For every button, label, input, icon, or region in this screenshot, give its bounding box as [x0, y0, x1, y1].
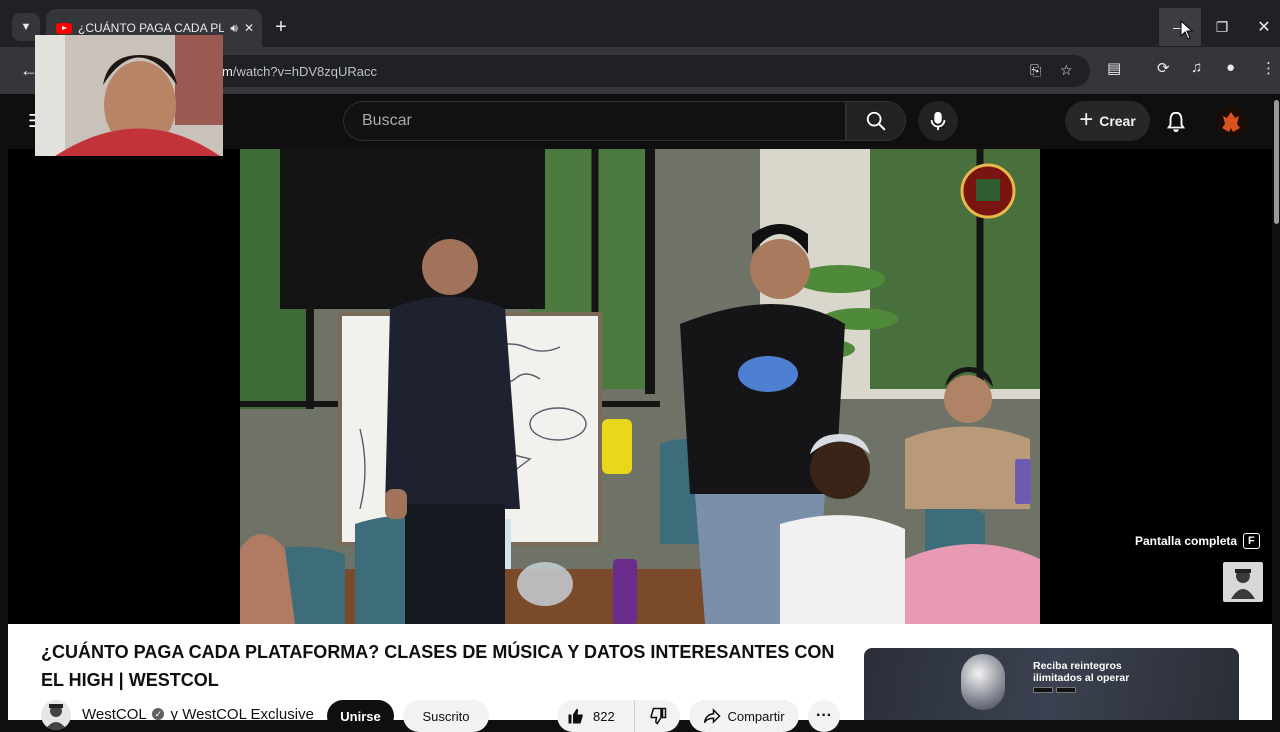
- video-player[interactable]: Pantalla completa F: [8, 149, 1272, 624]
- thumbs-up-icon: [568, 708, 583, 724]
- video-title: ¿CUÁNTO PAGA CADA PLATAFORMA? CLASES DE …: [41, 642, 835, 690]
- collab-channel-link[interactable]: WestCOL Exclusive: [182, 706, 314, 723]
- ad-store-badges: [1033, 687, 1076, 693]
- channel-avatar[interactable]: [41, 700, 71, 730]
- profile-avatar-icon[interactable]: ●: [1226, 59, 1235, 76]
- fullscreen-tooltip: Pantalla completa F: [1135, 533, 1260, 549]
- media-control-icon[interactable]: ♫: [1191, 59, 1202, 76]
- create-button[interactable]: + Crear: [1065, 101, 1150, 141]
- video-scene-image: [240, 149, 1040, 624]
- install-app-icon[interactable]: ⎘: [1030, 62, 1041, 79]
- fullscreen-key-badge: F: [1243, 533, 1260, 549]
- ad-headline: Reciba reintegros ilimitados al operar: [1033, 660, 1130, 684]
- account-avatar[interactable]: [1215, 106, 1247, 138]
- ad-coin-image: [961, 654, 1005, 710]
- chevron-down-icon: ▼: [20, 21, 32, 33]
- subscribed-button[interactable]: Suscrito: [403, 700, 489, 732]
- search-button[interactable]: [846, 101, 906, 141]
- url-path: /watch?v=hDV8zqURacc: [232, 63, 377, 79]
- webcam-overlay: [35, 35, 223, 156]
- more-actions-button[interactable]: ···: [808, 700, 840, 732]
- webcam-person-image: [35, 35, 223, 156]
- account-avatar-icon: [1222, 112, 1240, 132]
- search-box[interactable]: [343, 101, 846, 141]
- like-button[interactable]: 822: [557, 700, 635, 732]
- video-info-area: ¿CUÁNTO PAGA CADA PLATAFORMA? CLASES DE …: [8, 624, 1272, 732]
- close-icon: ✕: [1257, 19, 1271, 36]
- bell-icon: [1166, 111, 1186, 133]
- restore-window-button[interactable]: ❐: [1201, 8, 1243, 46]
- join-button[interactable]: Unirse: [327, 700, 394, 732]
- youtube-favicon-icon: [56, 22, 72, 34]
- dislike-button[interactable]: [635, 700, 680, 732]
- channel-avatar-icon: [45, 704, 67, 730]
- microphone-icon: [930, 111, 946, 131]
- new-tab-button[interactable]: +: [270, 13, 292, 41]
- close-tab-icon[interactable]: ✕: [244, 21, 254, 35]
- search-input[interactable]: [360, 111, 845, 131]
- thumbs-down-icon: [650, 707, 666, 725]
- bookmark-star-icon[interactable]: ☆: [1060, 62, 1073, 79]
- url-domain: m: [222, 63, 233, 79]
- ad-banner[interactable]: Reciba reintegros ilimitados al operar: [864, 648, 1239, 720]
- search-icon: [866, 111, 886, 131]
- close-window-button[interactable]: ✕: [1243, 8, 1280, 46]
- reading-list-icon[interactable]: ▤: [1107, 59, 1121, 77]
- voice-search-button[interactable]: [918, 101, 958, 141]
- owner-row: WestCOL ✓ y WestCOL Exclusive Unirse Sus…: [41, 700, 851, 732]
- notifications-button[interactable]: [1158, 106, 1194, 138]
- browser-menu-icon[interactable]: ⋮: [1261, 59, 1276, 77]
- share-label: Compartir: [727, 708, 785, 724]
- like-dislike-group: 822: [557, 700, 680, 732]
- more-horizontal-icon: ···: [816, 707, 832, 724]
- verified-check-icon: ✓: [152, 708, 165, 721]
- channel-watermark[interactable]: [1223, 562, 1263, 602]
- like-count: 822: [593, 708, 615, 724]
- fullscreen-tip-label: Pantalla completa: [1135, 534, 1238, 548]
- speaker-icon[interactable]: 🔊︎: [230, 21, 238, 36]
- page-scrollbar-thumb[interactable]: [1274, 100, 1279, 224]
- restore-icon: ❐: [1215, 18, 1229, 35]
- share-button[interactable]: Compartir: [689, 700, 799, 732]
- channel-watermark-icon: [1231, 569, 1255, 599]
- channel-names: WestCOL ✓ y WestCOL Exclusive: [82, 706, 314, 723]
- video-frame[interactable]: [240, 149, 1040, 624]
- create-label: Crear: [1099, 113, 1136, 129]
- share-arrow-icon: [704, 708, 722, 724]
- url-text: m/watch?v=hDV8zqURacc: [222, 64, 377, 79]
- channel-name-link[interactable]: WestCOL: [82, 706, 146, 723]
- channel-joiner: y: [170, 706, 179, 723]
- plus-icon: +: [1079, 106, 1094, 133]
- mouse-cursor-icon: [1180, 20, 1194, 40]
- tab-title: ¿CUÁNTO PAGA CADA PLATAFORMA? CLASES DE …: [78, 21, 225, 35]
- extension-icon[interactable]: ⟳: [1157, 59, 1170, 77]
